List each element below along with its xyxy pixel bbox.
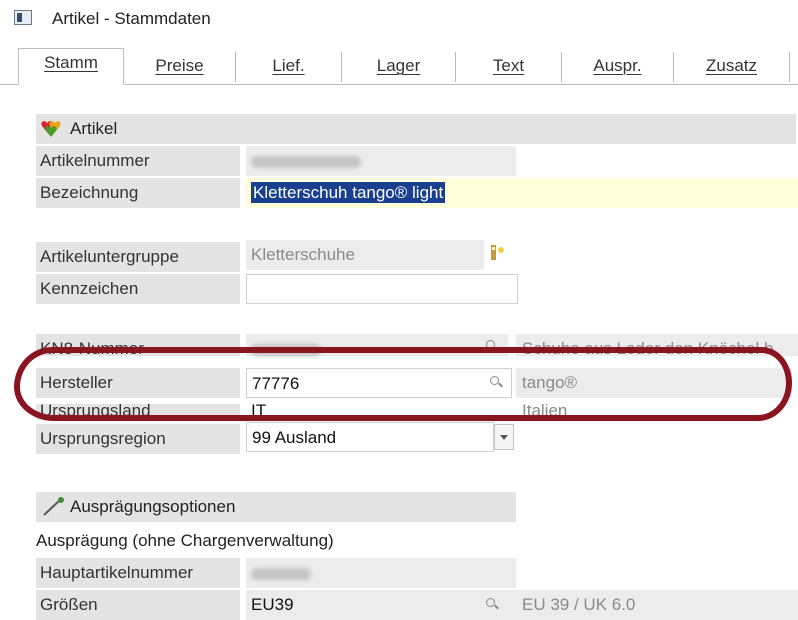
tab-auspr[interactable]: Auspr.	[562, 52, 674, 82]
artikeluntergruppe-label: Artikeluntergruppe	[36, 242, 240, 272]
hauptartikelnummer-field[interactable]	[246, 558, 516, 588]
ursprungsregion-select[interactable]: 99 Ausland	[246, 422, 494, 452]
tab-stamm[interactable]: Stamm	[18, 48, 124, 85]
artikelnummer-field[interactable]	[246, 146, 516, 176]
window-titlebar: Artikel - Stammdaten	[0, 0, 798, 42]
ursprungsregion-label: Ursprungsregion	[36, 424, 240, 454]
tab-zusatz[interactable]: Zusatz	[674, 52, 790, 82]
search-icon[interactable]	[486, 598, 498, 610]
bezeichnung-field[interactable]: Kletterschuh tango® light	[246, 178, 798, 208]
kennzeichen-label: Kennzeichen	[36, 274, 240, 304]
section-auspraegung-title: Ausprägungsoptionen	[70, 497, 236, 516]
auspraegung-info: Ausprägung (ohne Chargenverwaltung)	[36, 531, 334, 550]
section-artikel-title: Artikel	[70, 119, 118, 138]
bezeichnung-label: Bezeichnung	[36, 178, 240, 208]
lookup-key-icon[interactable]	[490, 244, 506, 262]
artikeluntergruppe-field[interactable]: Kletterschuhe	[246, 240, 484, 270]
section-auspraegung-header: Ausprägungsoptionen	[36, 492, 516, 522]
redacted-value	[251, 155, 361, 168]
tab-lager[interactable]: Lager	[342, 52, 456, 82]
stammdaten-form: Artikel Artikelnummer Bezeichnung Klette…	[0, 84, 798, 620]
hauptartikelnummer-label: Hauptartikelnummer	[36, 558, 240, 588]
highlight-annotation	[14, 347, 792, 421]
window-icon	[14, 10, 32, 25]
tab-lief[interactable]: Lief.	[236, 52, 342, 82]
tab-bar: Stamm Preise Lief. Lager Text Auspr. Zus…	[0, 46, 798, 85]
wand-icon	[43, 497, 64, 516]
section-artikel-header: Artikel	[36, 114, 796, 144]
chevron-down-icon[interactable]	[494, 424, 514, 450]
tab-text[interactable]: Text	[456, 52, 562, 82]
redacted-value	[251, 567, 311, 580]
tab-preise[interactable]: Preise	[124, 52, 236, 82]
artikelnummer-label: Artikelnummer	[36, 146, 240, 176]
window-title: Artikel - Stammdaten	[52, 9, 211, 28]
hearts-icon	[41, 121, 61, 137]
bezeichnung-value: Kletterschuh tango® light	[251, 182, 446, 203]
kennzeichen-field[interactable]	[246, 274, 518, 304]
